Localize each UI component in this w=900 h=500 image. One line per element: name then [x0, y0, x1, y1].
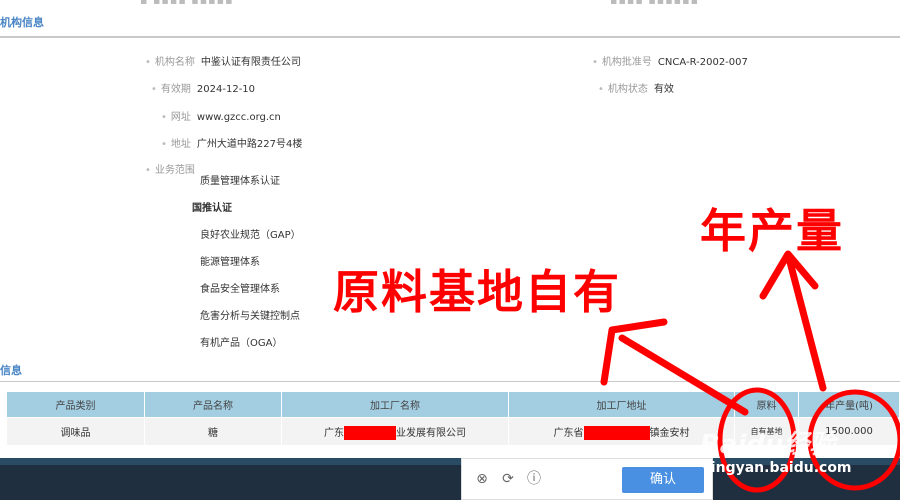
screenshot-root: ▪ ▪▪▪▪ ▪▪▪▪▪ ▪▪▪▪ ▪▪▪▪▪▪ 机构信息 • 机构名称 中鉴认证有…	[0, 0, 900, 500]
baidu-watermark-logo: Baidu经验	[700, 430, 836, 460]
baidu-watermark-url: jingyan.baidu.com	[706, 460, 852, 476]
arrow-head-left	[600, 318, 668, 386]
annotation-label-output: 年产量	[700, 204, 844, 258]
arrow-shaft-left	[618, 334, 749, 416]
annotation-label-material: 原料基地自有	[333, 265, 621, 319]
